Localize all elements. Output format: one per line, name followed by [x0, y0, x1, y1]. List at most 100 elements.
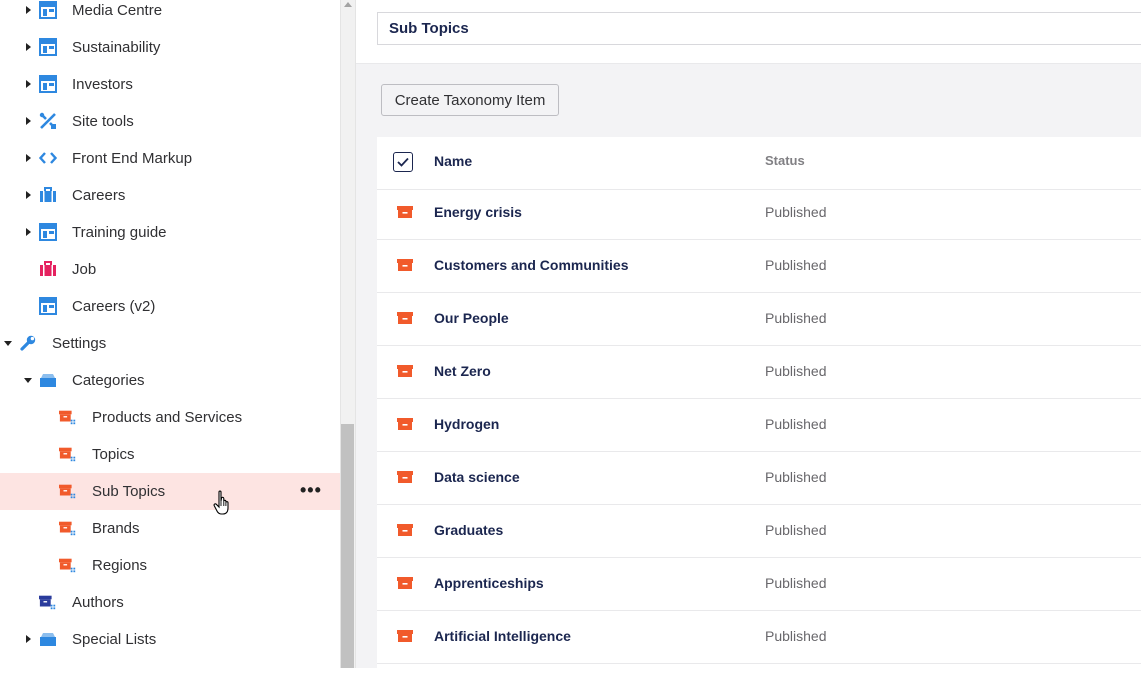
taxonomy-icon [59, 445, 77, 463]
caret-right-icon[interactable] [23, 5, 33, 15]
sidebar-item-sub-topics[interactable]: Sub Topics ••• [0, 473, 340, 510]
briefcase-pink-icon [39, 260, 57, 278]
taxonomy-icon [59, 482, 77, 500]
document-type-icon [39, 38, 57, 56]
sidebar-item-label: Products and Services [92, 409, 243, 426]
node-name-input[interactable] [377, 12, 1141, 45]
archive-box-icon[interactable] [397, 523, 413, 537]
row-name-link[interactable]: Net Zero [434, 363, 491, 379]
sidebar-item-label: Topics [92, 446, 135, 463]
row-status: Published [765, 575, 827, 591]
sidebar-item-settings[interactable]: Settings [0, 325, 340, 362]
row-status: Published [765, 363, 827, 379]
sidebar-item-categories[interactable]: Categories [0, 362, 340, 399]
table-row[interactable]: Apprenticeships Published [377, 558, 1141, 611]
row-status: Published [765, 204, 827, 220]
table-row[interactable]: Graduates Published [377, 505, 1141, 558]
caret-right-icon[interactable] [23, 190, 33, 200]
row-name-link[interactable]: Customers and Communities [434, 257, 628, 273]
sidebar-item-media-centre[interactable]: Media Centre [0, 0, 340, 29]
archive-box-icon[interactable] [397, 629, 413, 643]
row-name-link[interactable]: Our People [434, 310, 509, 326]
sidebar-item-investors[interactable]: Investors [0, 66, 340, 103]
create-taxonomy-item-button[interactable]: Create Taxonomy Item [381, 84, 559, 116]
caret-right-icon[interactable] [23, 634, 33, 644]
taxonomy-icon [59, 408, 77, 426]
select-all-checkbox[interactable] [393, 152, 413, 172]
document-type-icon [39, 297, 57, 315]
sidebar-item-label: Media Centre [72, 2, 163, 19]
archive-box-icon[interactable] [397, 258, 413, 272]
row-name-link[interactable]: Energy crisis [434, 204, 522, 220]
sidebar-item-careers[interactable]: Careers [0, 177, 340, 214]
content-tree-sidebar: Media Centre Sustainability Investors Site … [0, 0, 340, 668]
main-panel: Create Taxonomy Item Name Status Energy … [356, 0, 1141, 677]
caret-right-icon[interactable] [23, 116, 33, 126]
sidebar-item-label: Investors [72, 76, 133, 93]
caret-right-icon[interactable] [23, 153, 33, 163]
table-row[interactable]: Customers and Communities Published [377, 240, 1141, 293]
table-row[interactable]: Hydrogen Published [377, 399, 1141, 452]
editor-header [356, 0, 1141, 64]
sidebar-item-label: Front End Markup [72, 150, 193, 167]
sidebar-item-regions[interactable]: Regions [0, 547, 340, 584]
table-header-row: Name Status [377, 137, 1141, 190]
row-status: Published [765, 416, 827, 432]
tools-icon [39, 112, 57, 130]
caret-down-icon[interactable] [3, 338, 13, 348]
column-header-name[interactable]: Name [434, 153, 472, 169]
briefcase-icon [39, 186, 57, 204]
row-name-link[interactable]: Apprenticeships [434, 575, 544, 591]
sidebar-item-training-guide[interactable]: Training guide [0, 214, 340, 251]
sidebar-item-label: Brands [92, 520, 140, 537]
archive-box-icon[interactable] [397, 205, 413, 219]
archive-box-icon[interactable] [397, 311, 413, 325]
scroll-up-arrow-icon[interactable] [344, 2, 352, 7]
more-actions-icon[interactable]: ••• [300, 480, 322, 501]
sidebar-item-brands[interactable]: Brands [0, 510, 340, 547]
sidebar-item-label: Categories [72, 372, 145, 389]
table-row[interactable]: Our People Published [377, 293, 1141, 346]
sidebar-item-site-tools[interactable]: Site tools [0, 103, 340, 140]
sidebar-item-label: Careers [72, 187, 126, 204]
sidebar-item-job[interactable]: Job [0, 251, 340, 288]
archive-box-icon[interactable] [397, 576, 413, 590]
sidebar-item-front-end-markup[interactable]: Front End Markup [0, 140, 340, 177]
archive-box-icon[interactable] [397, 417, 413, 431]
row-status: Published [765, 522, 827, 538]
sidebar-item-authors[interactable]: Authors [0, 584, 340, 621]
sidebar-item-label: Settings [52, 335, 107, 352]
row-name-link[interactable]: Artificial Intelligence [434, 628, 571, 644]
archive-box-icon[interactable] [397, 470, 413, 484]
sidebar-item-topics[interactable]: Topics [0, 436, 340, 473]
row-name-link[interactable]: Graduates [434, 522, 503, 538]
sidebar-item-special-lists[interactable]: Special Lists [0, 621, 340, 658]
sidebar-item-products-and-services[interactable]: Products and Services [0, 399, 340, 436]
document-type-icon [39, 75, 57, 93]
sidebar-item-label: Regions [92, 557, 148, 574]
sidebar-item-label: Training guide [72, 224, 167, 241]
table-row[interactable]: Energy crisis Published [377, 187, 1141, 240]
caret-right-icon[interactable] [23, 227, 33, 237]
sidebar-item-label: Careers (v2) [72, 298, 156, 315]
row-status: Published [765, 628, 827, 644]
sidebar-item-careers-v2[interactable]: Careers (v2) [0, 288, 340, 325]
row-name-link[interactable]: Data science [434, 469, 520, 485]
caret-right-icon[interactable] [23, 79, 33, 89]
column-header-status[interactable]: Status [765, 153, 805, 168]
table-row[interactable]: Artificial Intelligence Published [377, 611, 1141, 664]
caret-right-icon[interactable] [23, 42, 33, 52]
sidebar-scrollbar-thumb[interactable] [341, 424, 354, 668]
archive-box-icon[interactable] [397, 364, 413, 378]
table-row[interactable]: Data science Published [377, 452, 1141, 505]
wrench-icon [19, 334, 37, 352]
sidebar-item-sustainability[interactable]: Sustainability [0, 29, 340, 66]
table-row[interactable]: Net Zero Published [377, 346, 1141, 399]
row-status: Published [765, 257, 827, 273]
row-name-link[interactable]: Hydrogen [434, 416, 499, 432]
taxonomy-icon [59, 556, 77, 574]
hand-pointer-cursor-icon [213, 490, 233, 516]
caret-down-icon[interactable] [23, 375, 33, 385]
sidebar-item-label: Sub Topics [92, 483, 166, 500]
sidebar-item-label: Authors [72, 594, 124, 611]
